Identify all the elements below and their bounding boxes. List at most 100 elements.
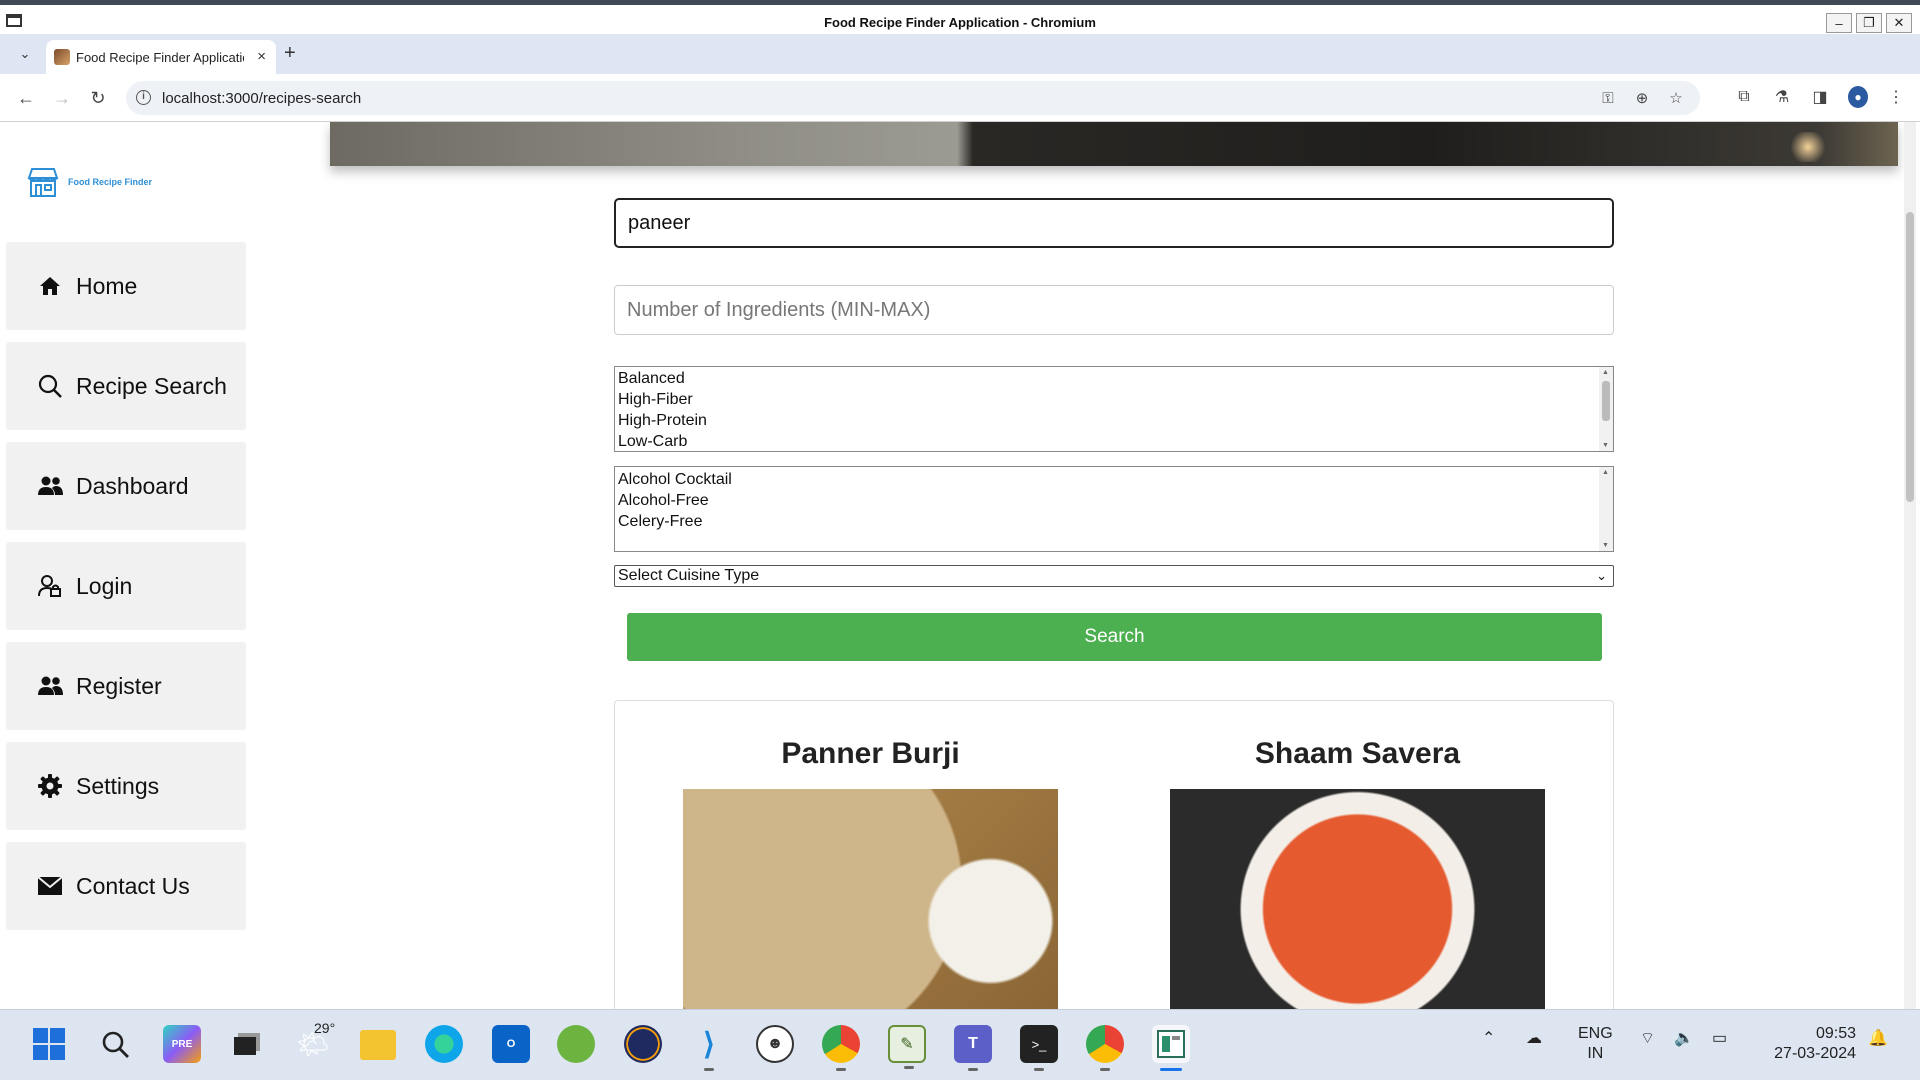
- sidebar-item-recipe-search[interactable]: Recipe Search: [6, 342, 246, 430]
- clock-date: 27-03-2024: [1774, 1045, 1856, 1062]
- onedrive-icon[interactable]: ☁: [1526, 1028, 1542, 1048]
- vscode-icon[interactable]: ⟩: [690, 1025, 728, 1071]
- users-icon: [36, 472, 64, 500]
- health-listbox[interactable]: Alcohol Cocktail Alcohol-Free Celery-Fre…: [614, 466, 1614, 552]
- sidebar-item-home[interactable]: Home: [6, 242, 246, 330]
- omnibox-icons: ⚿ ⊕ ☆: [1598, 88, 1686, 108]
- sidebar-item-login[interactable]: Login: [6, 542, 246, 630]
- sidebar-item-dashboard[interactable]: Dashboard: [6, 442, 246, 530]
- sidebar-item-register[interactable]: Register: [6, 642, 246, 730]
- back-button[interactable]: ←: [14, 86, 38, 110]
- user-lock-icon: [36, 572, 64, 600]
- sidebar-item-label: Login: [76, 572, 133, 599]
- search-icon[interactable]: [96, 1025, 134, 1063]
- key-icon[interactable]: ⚿: [1598, 88, 1618, 108]
- favicon-icon: [54, 49, 70, 65]
- active-app-icon[interactable]: [1152, 1025, 1190, 1071]
- diet-option[interactable]: Low-Carb: [615, 431, 1613, 451]
- ingredient-count-input[interactable]: [614, 285, 1614, 335]
- language-indicator[interactable]: ENG IN: [1578, 1024, 1613, 1064]
- task-view-icon[interactable]: [228, 1025, 266, 1063]
- postman-like-icon[interactable]: ☻: [756, 1025, 794, 1063]
- recipe-image[interactable]: [1170, 789, 1545, 1009]
- maximize-button[interactable]: ❐: [1856, 13, 1882, 33]
- recipe-card[interactable]: Shaam Savera: [1170, 737, 1545, 1009]
- taskbar: PRE 🌤 29° O ⟩ ☻ ✎ T >_ ⌃ ☁ ENG IN ⌔ 🔈 ▭ …: [0, 1009, 1920, 1080]
- window-title: Food Recipe Finder Application - Chromiu…: [824, 15, 1096, 30]
- volume-icon[interactable]: 🔈: [1674, 1028, 1694, 1048]
- sidebar-item-settings[interactable]: Settings: [6, 742, 246, 830]
- notepad-plus-icon[interactable]: ✎: [888, 1025, 926, 1069]
- page-viewport: Food Recipe Finder Home Recipe Search Da…: [0, 122, 1920, 1009]
- weather-temp: 29°: [314, 1020, 336, 1036]
- start-button[interactable]: [30, 1025, 68, 1063]
- diet-option[interactable]: High-Protein: [615, 410, 1613, 431]
- brand-name: Food Recipe Finder: [68, 177, 153, 187]
- minimize-button[interactable]: –: [1826, 13, 1852, 33]
- toolbar-actions: ⧉ ⚗ ◨ ● ⋮: [1734, 86, 1906, 108]
- file-explorer-icon[interactable]: [360, 1030, 396, 1060]
- wifi-icon[interactable]: ⌔: [1640, 1028, 1655, 1048]
- labs-flask-icon[interactable]: ⚗: [1772, 86, 1792, 108]
- clock[interactable]: 09:53 27-03-2024: [1760, 1024, 1856, 1064]
- bookmark-star-icon[interactable]: ☆: [1666, 88, 1686, 108]
- sidebar: Food Recipe Finder Home Recipe Search Da…: [0, 122, 250, 1009]
- brand[interactable]: Food Recipe Finder: [26, 166, 152, 198]
- recipe-image[interactable]: [683, 789, 1058, 1009]
- cuisine-select-value: Select Cuisine Type: [618, 567, 760, 584]
- eclipse-icon[interactable]: [624, 1025, 662, 1063]
- browser-tab[interactable]: Food Recipe Finder Application ×: [46, 40, 276, 74]
- diet-listbox[interactable]: Balanced High-Fiber High-Protein Low-Car…: [614, 366, 1614, 452]
- tab-search-button[interactable]: ⌄: [14, 44, 36, 64]
- diet-listbox-scrollbar[interactable]: ▲ ▼: [1599, 367, 1613, 451]
- store-icon: [27, 168, 59, 197]
- reload-button[interactable]: ↻: [86, 86, 110, 110]
- chevron-down-icon: ⌄: [1596, 568, 1607, 583]
- outlook-icon[interactable]: O: [492, 1025, 530, 1063]
- browser-toolbar: ← → ↻ i localhost:3000/recipes-search ⚿ …: [0, 74, 1920, 122]
- copilot-icon[interactable]: PRE: [163, 1025, 201, 1063]
- diet-option[interactable]: High-Fiber: [615, 389, 1613, 410]
- profile-avatar-icon[interactable]: ●: [1848, 86, 1868, 108]
- sidebar-item-label: Register: [76, 672, 162, 699]
- side-panel-icon[interactable]: ◨: [1810, 86, 1830, 108]
- recipe-query-input[interactable]: [614, 198, 1614, 248]
- new-tab-button[interactable]: +: [284, 42, 296, 65]
- recipe-card[interactable]: Panner Burji: [683, 737, 1058, 1009]
- chromium-icon[interactable]: [1086, 1025, 1124, 1071]
- sidebar-item-label: Settings: [76, 772, 160, 799]
- cuisine-select[interactable]: Select Cuisine Type ⌄: [614, 565, 1614, 587]
- health-listbox-scrollbar[interactable]: ▲ ▼: [1599, 467, 1613, 551]
- edge-browser-icon[interactable]: [425, 1025, 463, 1063]
- gear-icon: [36, 772, 64, 800]
- diet-option[interactable]: Balanced: [615, 368, 1613, 389]
- site-info-icon[interactable]: i: [136, 90, 151, 105]
- users-icon: [36, 672, 64, 700]
- language-code: ENG: [1578, 1025, 1613, 1042]
- chevron-up-icon[interactable]: ⌃: [1482, 1028, 1495, 1048]
- battery-icon[interactable]: ▭: [1712, 1028, 1727, 1048]
- mail-icon: [36, 872, 64, 900]
- url-text: localhost:3000/recipes-search: [162, 90, 362, 107]
- health-option[interactable]: Alcohol Cocktail: [615, 469, 1613, 490]
- spring-tool-icon[interactable]: [557, 1025, 595, 1063]
- extensions-icon[interactable]: ⧉: [1734, 86, 1754, 108]
- page-scrollbar[interactable]: [1904, 122, 1916, 1009]
- sidebar-item-contact-us[interactable]: Contact Us: [6, 842, 246, 930]
- zoom-icon[interactable]: ⊕: [1632, 88, 1652, 108]
- forward-button[interactable]: →: [50, 86, 74, 110]
- health-option[interactable]: Celery-Free: [615, 511, 1613, 532]
- teams-icon[interactable]: T: [954, 1025, 992, 1071]
- tab-close-icon[interactable]: ×: [257, 48, 266, 65]
- terminal-icon[interactable]: >_: [1020, 1025, 1058, 1071]
- chrome-icon[interactable]: [822, 1025, 860, 1071]
- close-window-button[interactable]: ✕: [1886, 13, 1912, 33]
- tab-strip: ⌄ Food Recipe Finder Application × +: [0, 34, 1920, 74]
- menu-kebab-icon[interactable]: ⋮: [1886, 86, 1906, 108]
- address-bar[interactable]: i localhost:3000/recipes-search ⚿ ⊕ ☆: [126, 81, 1700, 115]
- home-icon: [36, 272, 64, 300]
- notification-bell-icon[interactable]: 🔔: [1868, 1028, 1888, 1048]
- health-option[interactable]: Alcohol-Free: [615, 490, 1613, 511]
- search-button[interactable]: Search: [627, 613, 1602, 661]
- sidebar-item-label: Recipe Search: [76, 372, 227, 399]
